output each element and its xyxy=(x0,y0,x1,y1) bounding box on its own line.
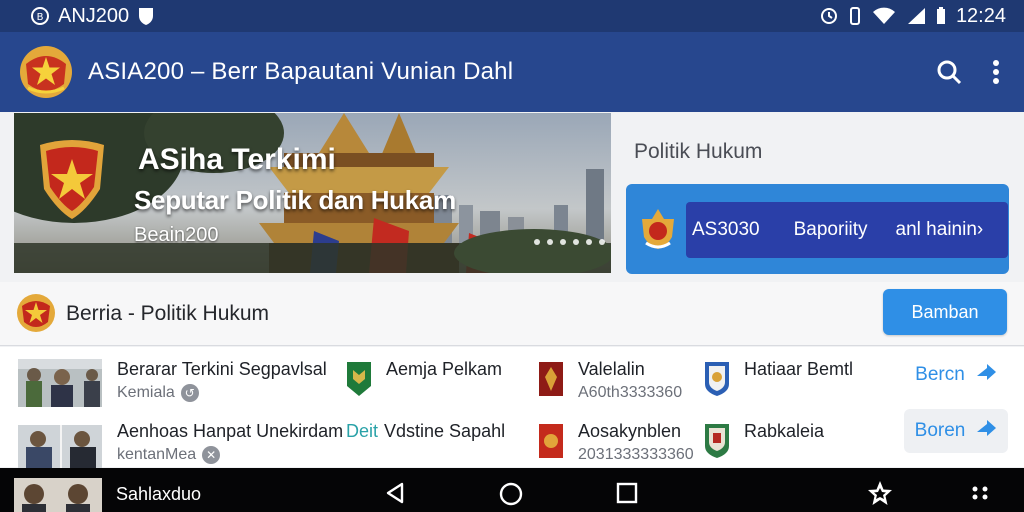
news-col3-sub: 2031333333360 xyxy=(578,446,694,463)
promo-label-2: Baporiity xyxy=(793,219,868,240)
section-header: Berria - Politik Hukum Bamban xyxy=(0,282,1024,346)
section-action-button[interactable]: Bamban xyxy=(883,289,1007,335)
home-icon[interactable] xyxy=(499,482,523,506)
row-link-label: Boren xyxy=(914,420,966,441)
news-col2: Deit Vdstine Sapahl xyxy=(346,421,505,442)
news-meta: Kemiala xyxy=(117,384,175,401)
section-emblem-icon xyxy=(16,292,56,334)
arrow-forward-icon xyxy=(975,418,997,444)
close-icon[interactable]: ✕ xyxy=(202,446,221,464)
news-col2-title[interactable]: Aemja Pelkam xyxy=(386,359,502,379)
back-icon[interactable] xyxy=(385,482,405,504)
news-col2-title[interactable]: Vdstine Sapahl xyxy=(384,421,505,441)
promo-emblem-icon xyxy=(638,207,678,251)
carousel-dot[interactable] xyxy=(560,239,566,245)
promo-label-1: AS3030 xyxy=(692,219,760,240)
vibrate-icon xyxy=(848,7,862,25)
hero-banner[interactable]: ASiha Terkimi Seputar Politik dan Hukam … xyxy=(14,113,611,273)
battery-icon xyxy=(936,7,946,25)
green-flag-badge-icon xyxy=(346,361,372,397)
row-open-link[interactable]: Boren xyxy=(904,409,1008,453)
more-vert-icon[interactable] xyxy=(992,59,1000,85)
news-meta: kentanMea xyxy=(117,446,197,463)
news-main-cell: Aenhoas Hanpat Unekirdam kentanMea ✕ xyxy=(117,421,343,464)
hero-tag: Beain200 xyxy=(134,224,219,246)
red-crest-badge-icon xyxy=(538,423,564,459)
carousel-dot[interactable] xyxy=(573,239,579,245)
status-bar: B ANJ200 12:24 xyxy=(0,0,1024,32)
section-title: Berria - Politik Hukum xyxy=(66,302,270,325)
news-main-cell: Berarar Terkini Segpavlsal Kemiala ↺ xyxy=(117,359,327,402)
svg-text:B: B xyxy=(37,12,44,23)
promo-bar[interactable]: AS3030 Baporiity anl hainin› xyxy=(686,202,1008,258)
red-crest-badge-icon xyxy=(538,361,564,397)
recents-square-icon[interactable] xyxy=(616,482,638,504)
news-col4-title[interactable]: Rabkaleia xyxy=(744,421,824,442)
search-icon[interactable] xyxy=(936,59,962,85)
hero-subtitle: Seputar Politik dan Hukam xyxy=(134,185,456,215)
news-thumbnail xyxy=(18,425,102,469)
row-open-link[interactable]: Bercn xyxy=(904,353,1008,397)
news-col2-prefix: Deit xyxy=(346,421,379,441)
recent-thumbnail[interactable] xyxy=(14,478,102,512)
promo-label-3[interactable]: anl hainin› xyxy=(896,219,984,241)
list-item[interactable]: Berarar Terkini Segpavlsal Kemiala ↺ Aemj… xyxy=(0,347,1024,407)
recent-label: Sahlaxduo xyxy=(116,484,202,504)
blue-shield-badge-icon xyxy=(704,361,730,397)
carousel-indicator[interactable] xyxy=(534,239,605,245)
status-time: 12:24 xyxy=(955,4,1006,27)
news-col4: Hatiaar Bemtl xyxy=(744,359,853,380)
side-heading: Politik Hukum xyxy=(634,140,763,163)
carousel-dot[interactable] xyxy=(586,239,592,245)
carousel-dot[interactable] xyxy=(599,239,605,245)
news-col3: Valelalin A60th3333360 xyxy=(578,359,682,402)
news-col3: Aosakynblen 2031333333360 xyxy=(578,421,694,464)
system-nav-bar: Sahlaxduo xyxy=(0,468,1024,512)
news-title[interactable]: Aenhoas Hanpat Unekirdam xyxy=(117,421,343,442)
app-title: ASIA200 – Berr Bapautani Vunian Dahl xyxy=(88,58,514,85)
news-title[interactable]: Berarar Terkini Segpavlsal xyxy=(117,359,327,380)
list-item[interactable]: Aenhoas Hanpat Unekirdam kentanMea ✕ Deit… xyxy=(0,409,1024,469)
carousel-dot[interactable] xyxy=(547,239,553,245)
arrow-forward-icon xyxy=(975,362,997,388)
star-badge-icon[interactable] xyxy=(867,480,893,506)
green-crest-badge-icon xyxy=(704,423,730,459)
app-notification-icon: B xyxy=(30,6,50,26)
wifi-icon xyxy=(872,7,896,25)
news-col4: Rabkaleia xyxy=(744,421,824,442)
row-link-label: Bercn xyxy=(915,364,965,385)
news-col2: Aemja Pelkam xyxy=(386,359,502,380)
news-thumbnail xyxy=(18,359,102,407)
news-list: Berarar Terkini Segpavlsal Kemiala ↺ Aemj… xyxy=(0,347,1024,469)
status-app-name: ANJ200 xyxy=(58,4,130,27)
news-col3-title[interactable]: Valelalin xyxy=(578,359,682,380)
grid-dots-icon[interactable] xyxy=(972,486,990,500)
app-bar: ASIA200 – Berr Bapautani Vunian Dahl xyxy=(0,32,1024,112)
alarm-icon xyxy=(820,7,838,25)
news-col3-sub: A60th3333360 xyxy=(578,384,683,401)
carousel-dot[interactable] xyxy=(534,239,540,245)
news-col4-title[interactable]: Hatiaar Bemtl xyxy=(744,359,853,380)
share-icon[interactable]: ↺ xyxy=(180,384,199,402)
screen: B ANJ200 12:24 ASIA200 – Berr Bapautani … xyxy=(0,0,1024,512)
signal-icon xyxy=(906,7,926,25)
hero-title: ASiha Terkimi xyxy=(138,143,336,176)
logo-emblem-icon xyxy=(18,44,74,100)
news-col3-title[interactable]: Aosakynblen xyxy=(578,421,694,442)
hero-shield-emblem-icon xyxy=(36,139,108,221)
promo-card[interactable]: AS3030 Baporiity anl hainin› xyxy=(626,184,1009,274)
shield-notification-icon xyxy=(137,6,155,26)
